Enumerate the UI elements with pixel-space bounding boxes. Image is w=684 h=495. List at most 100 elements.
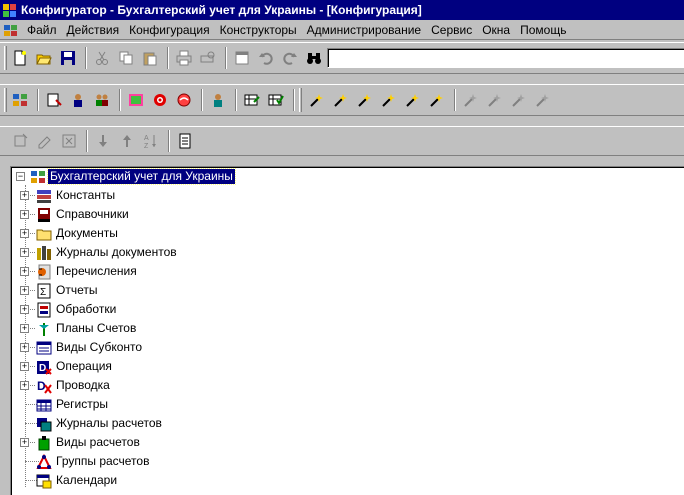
delete-disabled-icon <box>62 134 76 148</box>
expand-toggle[interactable]: + <box>20 267 29 276</box>
catalog-book-icon <box>38 208 50 222</box>
wizard6-button[interactable] <box>426 89 448 111</box>
menu-administration[interactable]: Администрирование <box>302 21 426 39</box>
menu-help[interactable]: Помощь <box>515 21 571 39</box>
wizard3-button[interactable] <box>354 89 376 111</box>
expand-toggle[interactable]: + <box>20 210 29 219</box>
mdi-document-icon[interactable] <box>3 22 19 38</box>
menu-designers[interactable]: Конструкторы <box>215 21 302 39</box>
tree-item-label: Планы Счетов <box>56 321 137 335</box>
wizard9-button[interactable] <box>508 89 530 111</box>
module-icon <box>47 93 62 107</box>
syntax2-button[interactable] <box>265 89 287 111</box>
search-combobox[interactable] <box>327 48 684 68</box>
register-icon <box>36 399 52 412</box>
description-button[interactable] <box>174 130 196 152</box>
constants-icon <box>37 190 51 203</box>
collapse-toggle[interactable]: − <box>16 172 25 181</box>
find-button[interactable] <box>303 47 325 69</box>
undo-button[interactable] <box>255 47 277 69</box>
tree-item-label: Проводка <box>56 378 110 392</box>
tree-item-label: Константы <box>56 188 116 202</box>
expand-toggle[interactable]: + <box>20 286 29 295</box>
move-up-button[interactable] <box>116 130 138 152</box>
configuration-toolbar <box>0 84 684 116</box>
users-icon <box>96 94 108 106</box>
search-input[interactable] <box>328 50 684 66</box>
cut-button[interactable] <box>91 47 113 69</box>
expand-toggle[interactable]: + <box>20 191 29 200</box>
expand-toggle[interactable]: + <box>20 229 29 238</box>
toolbar-grip[interactable] <box>4 88 7 112</box>
expand-toggle[interactable]: + <box>20 362 29 371</box>
subconto-icon <box>36 341 52 355</box>
wizard-disabled-icon <box>512 94 525 107</box>
wizard-icon <box>406 94 419 107</box>
menu-service[interactable]: Сервис <box>426 21 477 39</box>
wizard-icon <box>430 94 443 107</box>
arrow-up-icon <box>123 135 131 147</box>
interfaces-button[interactable] <box>67 89 89 111</box>
expand-toggle[interactable]: + <box>20 438 29 447</box>
config-window-button[interactable] <box>9 89 31 111</box>
debugger-button[interactable] <box>207 89 229 111</box>
open-button[interactable] <box>33 47 55 69</box>
enumeration-icon <box>38 264 51 280</box>
sort-button[interactable]: AZ <box>140 130 162 152</box>
wizard1-button[interactable] <box>306 89 328 111</box>
calculation-journal-icon <box>37 418 52 432</box>
tree-item-label: Журналы расчетов <box>56 416 162 430</box>
wizard4-button[interactable] <box>378 89 400 111</box>
wizard2-button[interactable] <box>330 89 352 111</box>
rights-button[interactable] <box>91 89 113 111</box>
new-document-icon <box>14 50 26 66</box>
new-object-button[interactable] <box>10 130 32 152</box>
paste-button[interactable] <box>139 47 161 69</box>
redo-button[interactable] <box>279 47 301 69</box>
monitor-button[interactable] <box>173 89 195 111</box>
move-down-button[interactable] <box>92 130 114 152</box>
print-button[interactable] <box>173 47 195 69</box>
journal-icon <box>129 94 143 106</box>
copy-button[interactable] <box>115 47 137 69</box>
new-button[interactable] <box>9 47 31 69</box>
toolbar-grip[interactable] <box>299 88 302 112</box>
sort-az-icon: AZ <box>144 135 156 149</box>
print-preview-button[interactable] <box>197 47 219 69</box>
menu-file[interactable]: Файл <box>22 21 62 39</box>
menu-configuration[interactable]: Конфигурация <box>124 21 215 39</box>
menu-windows[interactable]: Окна <box>477 21 515 39</box>
calendar-icon <box>36 474 52 489</box>
expand-toggle[interactable]: + <box>20 305 29 314</box>
wizard10-button[interactable] <box>532 89 554 111</box>
expand-toggle[interactable]: + <box>20 324 29 333</box>
wizard8-button[interactable] <box>484 89 506 111</box>
red-target-button[interactable] <box>149 89 171 111</box>
syntax-button[interactable] <box>241 89 263 111</box>
properties-button[interactable] <box>231 47 253 69</box>
posting-icon: D <box>37 379 52 394</box>
expand-toggle[interactable]: + <box>20 381 29 390</box>
expand-toggle[interactable]: + <box>20 248 29 257</box>
menu-actions[interactable]: Действия <box>62 21 125 39</box>
configuration-icon <box>31 171 45 183</box>
wizard7-button[interactable] <box>460 89 482 111</box>
app-icon[interactable] <box>2 2 18 18</box>
tree-root-label[interactable]: Бухгалтерский учет для Украины <box>47 168 236 185</box>
wizard-disabled-icon <box>536 94 549 107</box>
journal-button[interactable] <box>125 89 147 111</box>
wizard-icon <box>382 94 395 107</box>
document-icon <box>179 133 191 149</box>
expand-toggle[interactable]: + <box>20 343 29 352</box>
tree-item-label: Перечисления <box>56 264 137 278</box>
operation-icon: D <box>37 361 52 375</box>
toolbar-grip[interactable] <box>4 46 7 70</box>
edit-object-button[interactable] <box>34 130 56 152</box>
copy-icon <box>119 51 133 65</box>
wizard5-button[interactable] <box>402 89 424 111</box>
save-button[interactable] <box>57 47 79 69</box>
global-module-button[interactable] <box>43 89 65 111</box>
delete-object-button[interactable] <box>58 130 80 152</box>
configuration-tree[interactable]: − Бухгалтерский учет для Украины + Конст… <box>10 166 684 495</box>
window-icon <box>235 51 249 65</box>
